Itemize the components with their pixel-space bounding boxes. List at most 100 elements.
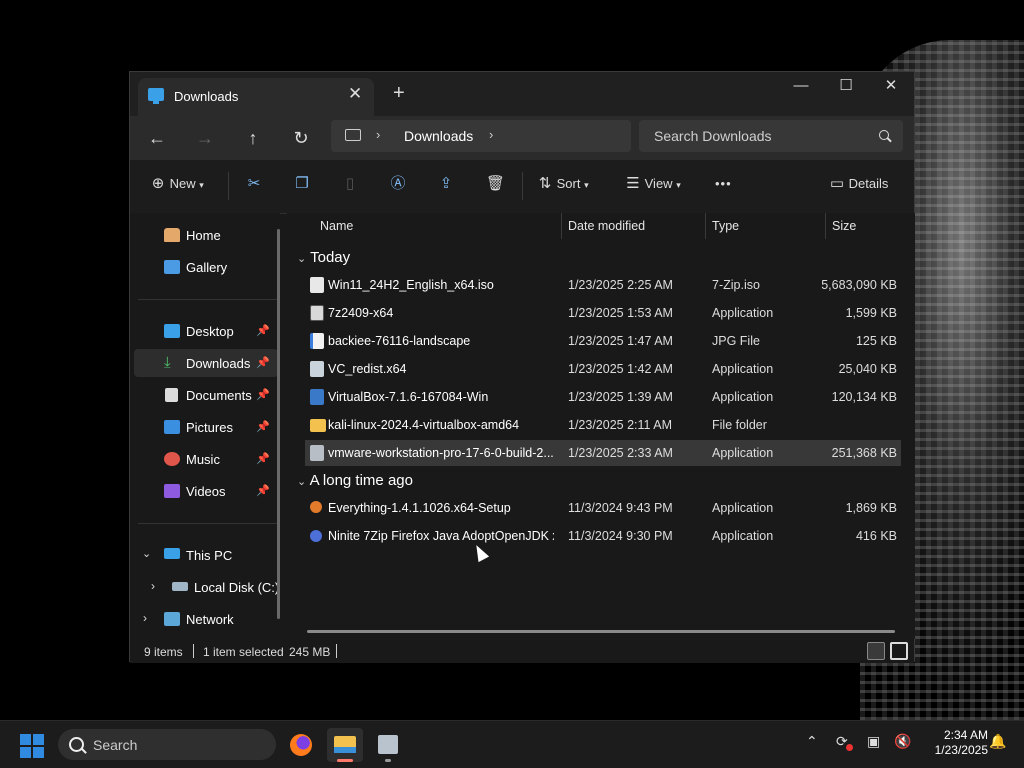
- installer-taskbar-button[interactable]: [370, 728, 406, 762]
- sidebar-scrollbar[interactable]: [277, 229, 280, 619]
- sidebar-label: Music: [186, 452, 220, 467]
- file-row[interactable]: Ninite 7Zip Firefox Java AdoptOpenJDK x.…: [305, 523, 901, 549]
- chevron-right-icon[interactable]: ›: [143, 611, 147, 625]
- column-header-date[interactable]: Date modified: [568, 213, 645, 239]
- paste-button[interactable]: ▯: [342, 176, 358, 192]
- column-header-type[interactable]: Type: [712, 213, 739, 239]
- sidebar-item-network[interactable]: › Network: [134, 605, 278, 633]
- sync-icon[interactable]: ⟳: [836, 733, 854, 753]
- ninite-icon: [310, 530, 322, 542]
- file-type: Application: [712, 446, 774, 460]
- column-divider[interactable]: [705, 213, 706, 239]
- new-tab-button[interactable]: +: [393, 82, 405, 105]
- status-bar: 9 items 1 item selected 245 MB: [130, 639, 914, 663]
- sidebar-label: Documents: [186, 388, 252, 403]
- chevron-down-icon: ⌄: [297, 476, 307, 488]
- pin-icon[interactable]: 📌: [256, 324, 270, 337]
- minimize-button[interactable]: —: [778, 72, 824, 102]
- sidebar-item-videos[interactable]: Videos 📌: [134, 477, 278, 505]
- chevron-right-icon[interactable]: ›: [151, 579, 155, 593]
- column-header-size[interactable]: Size: [832, 213, 856, 239]
- network-status-icon[interactable]: ▣: [867, 733, 880, 750]
- file-date: 1/23/2025 1:42 AM: [568, 362, 673, 376]
- pin-icon[interactable]: 📌: [256, 420, 270, 433]
- share-button[interactable]: ⇪: [438, 176, 454, 192]
- column-divider[interactable]: [561, 213, 562, 239]
- close-window-button[interactable]: ✕: [868, 72, 914, 102]
- monitor-icon: [148, 88, 164, 104]
- pin-icon[interactable]: 📌: [256, 484, 270, 497]
- sidebar-item-desktop[interactable]: Desktop 📌: [134, 317, 278, 345]
- tiles-view-icon[interactable]: [890, 642, 908, 660]
- refresh-icon[interactable]: ↻: [290, 127, 312, 149]
- clock[interactable]: 2:34 AM 1/23/2025: [918, 728, 988, 758]
- sidebar-divider: [138, 299, 278, 300]
- downloads-icon: ⤓: [164, 354, 171, 371]
- close-tab-icon[interactable]: ✕: [348, 84, 362, 104]
- breadcrumb-downloads[interactable]: Downloads: [404, 128, 473, 144]
- file-row[interactable]: backiee-76116-landscape 1/23/2025 1:47 A…: [305, 328, 901, 354]
- pin-icon[interactable]: 📌: [256, 388, 270, 401]
- pin-icon[interactable]: 📌: [256, 356, 270, 369]
- pin-icon[interactable]: 📌: [256, 452, 270, 465]
- taskbar-search[interactable]: Search: [58, 729, 276, 760]
- column-header-name[interactable]: Name: [320, 213, 353, 239]
- chevron-right-icon[interactable]: ›: [376, 127, 380, 142]
- volume-muted-icon[interactable]: 🔇: [894, 733, 911, 750]
- back-icon[interactable]: ←: [146, 127, 168, 149]
- sidebar-item-pictures[interactable]: Pictures 📌: [134, 413, 278, 441]
- sidebar-item-local-disk[interactable]: › Local Disk (C:): [134, 573, 279, 601]
- file-type: JPG File: [712, 334, 760, 348]
- details-button[interactable]: ▭ Details: [829, 176, 888, 192]
- file-row[interactable]: kali-linux-2024.4-virtualbox-amd64 1/23/…: [305, 412, 901, 438]
- file-row[interactable]: VC_redist.x64 1/23/2025 1:42 AM Applicat…: [305, 356, 901, 382]
- chevron-down-icon[interactable]: ⌄: [142, 547, 151, 560]
- file-type: 7-Zip.iso: [712, 278, 760, 292]
- chevron-up-icon[interactable]: ⌃: [806, 733, 818, 750]
- sidebar-item-downloads[interactable]: ⤓ Downloads 📌: [134, 349, 278, 377]
- up-icon[interactable]: ↑: [242, 127, 264, 149]
- group-header-today[interactable]: ⌄ Today: [297, 249, 350, 266]
- music-icon: [164, 452, 180, 466]
- details-pane-icon: ▭: [829, 175, 845, 192]
- column-divider[interactable]: [825, 213, 826, 239]
- maximize-button[interactable]: ☐: [823, 72, 869, 102]
- folder-icon-band: [334, 747, 356, 753]
- sort-button[interactable]: ⇅ Sort ▾: [537, 176, 589, 192]
- file-type: Application: [712, 362, 774, 376]
- breadcrumb[interactable]: › Downloads ›: [331, 120, 631, 152]
- copy-button[interactable]: ❐: [294, 176, 310, 192]
- file-row-selected[interactable]: vmware-workstation-pro-17-6-0-build-2...…: [305, 440, 901, 466]
- sidebar-item-documents[interactable]: Documents 📌: [134, 381, 278, 409]
- delete-button[interactable]: 🗑: [486, 176, 505, 192]
- horizontal-scrollbar[interactable]: [307, 630, 895, 633]
- file-row[interactable]: VirtualBox-7.1.6-167084-Win 1/23/2025 1:…: [305, 384, 901, 410]
- chevron-down-icon: ▾: [584, 180, 589, 190]
- sidebar-item-home[interactable]: Home: [134, 221, 278, 249]
- sidebar-item-this-pc[interactable]: ⌄ This PC: [134, 541, 278, 569]
- forward-icon[interactable]: →: [194, 127, 216, 149]
- file-row[interactable]: Win11_24H2_English_x64.iso 1/23/2025 2:2…: [305, 272, 901, 298]
- notification-bell-icon[interactable]: 🔔: [989, 733, 1006, 750]
- file-name: Ninite 7Zip Firefox Java AdoptOpenJDK x.…: [328, 529, 554, 543]
- new-button[interactable]: ⊕ New ▾: [150, 176, 204, 192]
- sidebar-item-music[interactable]: Music 📌: [134, 445, 278, 473]
- file-type: Application: [712, 529, 774, 543]
- file-row[interactable]: Everything-1.4.1.1026.x64-Setup 11/3/202…: [305, 495, 901, 521]
- file-explorer-taskbar-button[interactable]: [327, 728, 363, 762]
- status-item-count: 9 items: [144, 645, 183, 659]
- start-button[interactable]: [20, 734, 44, 758]
- details-view-icon[interactable]: [867, 642, 885, 660]
- view-button[interactable]: ☰ View ▾: [625, 176, 680, 192]
- search-input[interactable]: Search Downloads: [639, 120, 903, 152]
- firefox-taskbar-button[interactable]: [283, 728, 319, 762]
- group-header-a-long-time-ago[interactable]: ⌄ A long time ago: [297, 472, 413, 489]
- tab-downloads[interactable]: Downloads ✕: [138, 78, 374, 116]
- file-row[interactable]: 7z2409-x64 1/23/2025 1:53 AM Application…: [305, 300, 901, 326]
- rename-button[interactable]: Ⓐ: [390, 176, 406, 192]
- file-type: Application: [712, 390, 774, 404]
- chevron-right-icon[interactable]: ›: [489, 127, 493, 142]
- cut-button[interactable]: ✂: [246, 176, 262, 192]
- sidebar-item-gallery[interactable]: Gallery: [134, 253, 278, 281]
- more-options-button[interactable]: •••: [715, 176, 732, 191]
